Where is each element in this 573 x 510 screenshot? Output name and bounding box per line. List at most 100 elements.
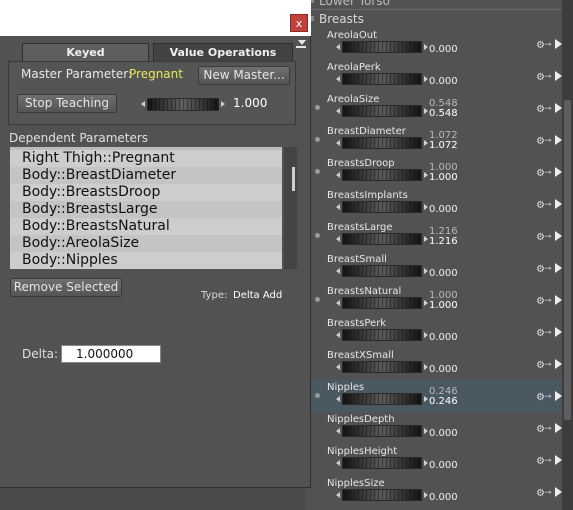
parameter-dial[interactable] — [342, 457, 422, 469]
master-dial[interactable] — [147, 98, 219, 111]
group-header-lower-torso[interactable]: Lower Torso — [305, 0, 573, 9]
dial-decrement-icon[interactable] — [336, 236, 340, 242]
dial-increment-icon[interactable] — [424, 492, 428, 498]
parameter-row[interactable]: AreolaPerk 0.000 ⚙ ⊸ — [305, 60, 573, 92]
parameter-row[interactable]: BreastSmall 0.000 ⚙ ⊸ — [305, 252, 573, 284]
dial-decrement-icon[interactable] — [336, 172, 340, 178]
close-button[interactable]: x — [290, 14, 308, 32]
new-master-button[interactable]: New Master... — [198, 66, 290, 85]
play-icon[interactable] — [555, 455, 562, 465]
play-icon[interactable] — [555, 71, 562, 81]
parameter-dial[interactable] — [342, 137, 422, 149]
dial-decrement-icon[interactable] — [336, 76, 340, 82]
dialog-menu-icon[interactable] — [298, 40, 306, 45]
scrollbar-thumb[interactable] — [564, 100, 571, 420]
parameter-value[interactable]: 0.000 — [429, 364, 458, 375]
link-icon[interactable]: ⊸ — [544, 424, 552, 434]
parameter-value[interactable]: 0.000 — [429, 44, 458, 55]
parameter-row[interactable]: BreastsDroop 1.000 1.000 ⚙ ⊸ — [305, 156, 573, 188]
parameter-value[interactable]: 1.072 — [429, 140, 458, 151]
dial-increment-icon[interactable] — [221, 101, 225, 107]
parameter-value[interactable]: 0.246 — [429, 396, 458, 407]
dial-increment-icon[interactable] — [424, 460, 428, 466]
parameter-row[interactable]: BreastXSmall 0.000 ⚙ ⊸ — [305, 348, 573, 380]
dial-decrement-icon[interactable] — [336, 140, 340, 146]
play-icon[interactable] — [555, 39, 562, 49]
master-dial-value[interactable]: 1.000 — [233, 96, 267, 110]
parameter-row[interactable]: Nipples 0.246 0.246 ⚙ ⊸ — [305, 380, 573, 412]
play-icon[interactable] — [555, 295, 562, 305]
play-icon[interactable] — [555, 359, 562, 369]
dial-increment-icon[interactable] — [424, 172, 428, 178]
link-icon[interactable]: ⊸ — [544, 456, 552, 466]
dial-increment-icon[interactable] — [424, 428, 428, 434]
play-icon[interactable] — [555, 135, 562, 145]
parameter-value[interactable]: 1.000 — [429, 300, 458, 311]
parameter-value[interactable]: 1.216 — [429, 236, 458, 247]
play-icon[interactable] — [555, 199, 562, 209]
link-icon[interactable]: ⊸ — [544, 328, 552, 338]
parameter-row[interactable]: BreastsImplants 0.000 ⚙ ⊸ — [305, 188, 573, 220]
parameter-row[interactable]: NipplesHeight 0.000 ⚙ ⊸ — [305, 444, 573, 476]
link-icon[interactable]: ⊸ — [544, 72, 552, 82]
link-icon[interactable]: ⊸ — [544, 168, 552, 178]
parameter-row[interactable]: BreastsPerk 0.000 ⚙ ⊸ — [305, 316, 573, 348]
parameter-row[interactable]: BreastDiameter 1.072 1.072 ⚙ ⊸ — [305, 124, 573, 156]
dial-increment-icon[interactable] — [424, 300, 428, 306]
parameter-row[interactable]: BreastsLarge 1.216 1.216 ⚙ ⊸ — [305, 220, 573, 252]
play-icon[interactable] — [555, 423, 562, 433]
tab-value-operations[interactable]: Value Operations — [153, 43, 293, 61]
parameter-row[interactable]: AreolaSize 0.548 0.548 ⚙ ⊸ — [305, 92, 573, 124]
link-icon[interactable]: ⊸ — [544, 40, 552, 50]
parameter-value[interactable]: 0.000 — [429, 332, 458, 343]
parameter-row[interactable]: BreastsNatural 1.000 1.000 ⚙ ⊸ — [305, 284, 573, 316]
parameter-value[interactable]: 1.000 — [429, 172, 458, 183]
parameter-row[interactable]: AreolaOut 0.000 ⚙ ⊸ — [305, 28, 573, 60]
dependent-parameters-list[interactable]: Right Thigh::Pregnant Body::BreastDiamet… — [10, 147, 282, 269]
parameter-value[interactable]: 0.000 — [429, 492, 458, 503]
link-icon[interactable]: ⊸ — [544, 488, 552, 498]
scrollbar-thumb[interactable] — [292, 167, 295, 191]
play-icon[interactable] — [555, 231, 562, 241]
list-item[interactable]: Right Thigh::Pregnant — [10, 150, 282, 167]
dial-increment-icon[interactable] — [424, 396, 428, 402]
parameter-row[interactable]: NipplesDepth 0.000 ⚙ ⊸ — [305, 412, 573, 444]
parameter-dial[interactable] — [342, 489, 422, 501]
parameter-value[interactable]: 0.548 — [429, 108, 458, 119]
group-header-breasts[interactable]: Breasts — [305, 11, 573, 27]
parameter-dial[interactable] — [342, 105, 422, 117]
dial-decrement-icon[interactable] — [336, 108, 340, 114]
tab-keyed-dependencies[interactable]: Keyed Dependencies — [22, 43, 149, 76]
parameter-value[interactable]: 0.000 — [429, 428, 458, 439]
dial-increment-icon[interactable] — [424, 364, 428, 370]
parameter-dial[interactable] — [342, 201, 422, 213]
dial-increment-icon[interactable] — [424, 140, 428, 146]
remove-selected-button[interactable]: Remove Selected — [10, 278, 122, 297]
play-icon[interactable] — [555, 263, 562, 273]
parameter-dial[interactable] — [342, 265, 422, 277]
parameter-value[interactable]: 0.000 — [429, 268, 458, 279]
dial-increment-icon[interactable] — [424, 76, 428, 82]
dial-decrement-icon[interactable] — [336, 428, 340, 434]
parameter-dial[interactable] — [342, 73, 422, 85]
parameter-dial[interactable] — [342, 425, 422, 437]
link-icon[interactable]: ⊸ — [544, 360, 552, 370]
link-icon[interactable]: ⊸ — [544, 392, 552, 402]
dial-increment-icon[interactable] — [424, 108, 428, 114]
parameter-dial[interactable] — [342, 41, 422, 53]
list-item[interactable]: Body::BreastsDroop — [10, 184, 282, 201]
parameter-dial[interactable] — [342, 361, 422, 373]
dial-decrement-icon[interactable] — [336, 204, 340, 210]
type-value[interactable]: Delta Add — [233, 290, 282, 301]
parameter-row[interactable]: NipplesSize 0.000 ⚙ ⊸ — [305, 476, 573, 508]
play-icon[interactable] — [555, 391, 562, 401]
play-icon[interactable] — [555, 103, 562, 113]
parameter-dial[interactable] — [342, 233, 422, 245]
dial-decrement-icon[interactable] — [336, 460, 340, 466]
play-icon[interactable] — [555, 327, 562, 337]
parameter-value[interactable]: 0.000 — [429, 460, 458, 471]
parameter-dial[interactable] — [342, 297, 422, 309]
parameter-dial[interactable] — [342, 329, 422, 341]
dial-decrement-icon[interactable] — [336, 332, 340, 338]
dial-decrement-icon[interactable] — [336, 300, 340, 306]
